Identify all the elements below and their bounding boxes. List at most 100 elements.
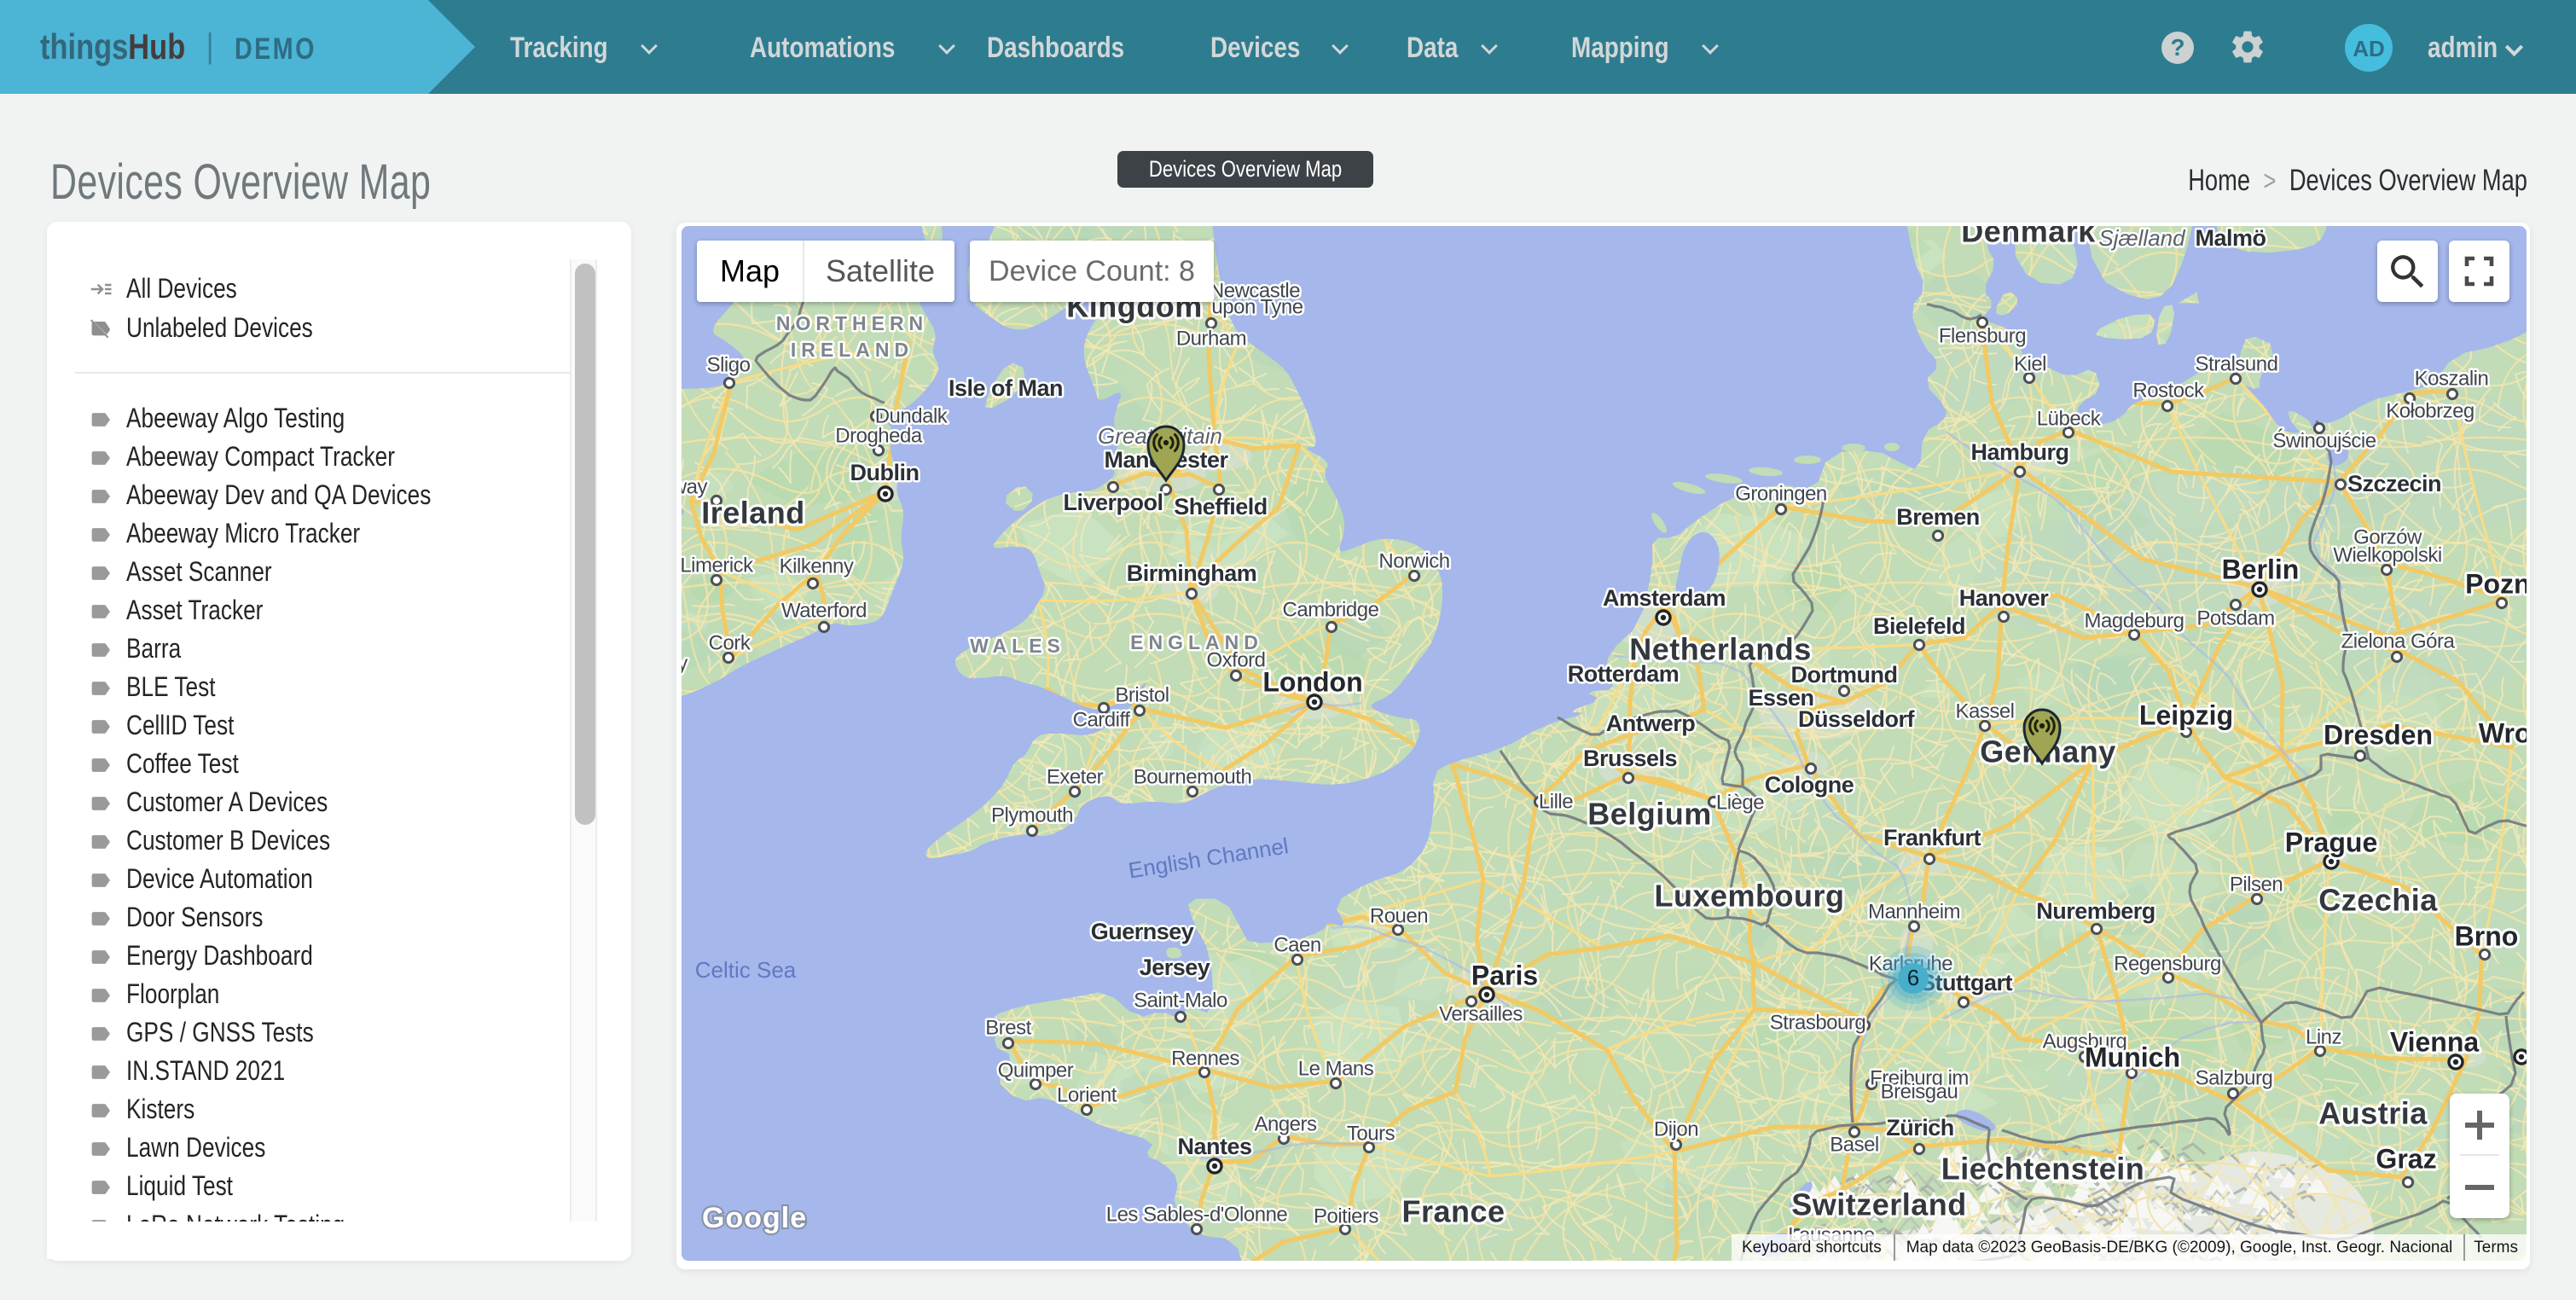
svg-text:Cork: Cork — [709, 631, 751, 654]
svg-text:Sheffield: Sheffield — [1174, 494, 1268, 519]
svg-text:Saint-Malo: Saint-Malo — [1134, 989, 1227, 1012]
svg-text:Wielkopolski: Wielkopolski — [2333, 543, 2441, 566]
svg-text:NORTHERN: NORTHERN — [776, 312, 928, 334]
svg-text:Zielona Góra: Zielona Góra — [2341, 630, 2456, 653]
svg-text:Lübeck: Lübeck — [2037, 407, 2102, 430]
svg-text:Celtic Sea: Celtic Sea — [695, 957, 797, 983]
svg-text:Brno: Brno — [2455, 920, 2519, 951]
svg-text:London: London — [1262, 666, 1362, 697]
svg-text:Potsdam: Potsdam — [2196, 606, 2274, 630]
svg-text:Versailles: Versailles — [1439, 1002, 1523, 1025]
svg-text:Koszalin: Koszalin — [2415, 367, 2489, 390]
svg-text:Szczecin: Szczecin — [2347, 471, 2441, 496]
svg-text:Mannheim: Mannheim — [1868, 900, 1960, 923]
svg-text:Brussels: Brussels — [1583, 746, 1677, 771]
svg-text:Birmingham: Birmingham — [1127, 560, 1257, 586]
svg-text:Le Mans: Le Mans — [1298, 1057, 1374, 1080]
svg-text:Stralsund: Stralsund — [2196, 352, 2278, 375]
svg-text:Linz: Linz — [2306, 1025, 2341, 1048]
svg-text:Wrocł: Wrocł — [2479, 717, 2527, 748]
svg-text:Luxembourg: Luxembourg — [1654, 879, 1844, 914]
svg-text:Kassel: Kassel — [1955, 699, 2014, 723]
svg-text:Guernsey: Guernsey — [1091, 919, 1194, 944]
svg-text:Czechia: Czechia — [2318, 883, 2438, 918]
svg-text:Flensburg: Flensburg — [1939, 324, 2026, 347]
svg-text:Quimper: Quimper — [998, 1059, 1074, 1082]
svg-text:Cologne: Cologne — [1765, 772, 1854, 798]
svg-text:Switzerland: Switzerland — [1791, 1187, 1967, 1222]
svg-text:Dresden: Dresden — [2324, 719, 2433, 750]
svg-text:Bielefeld: Bielefeld — [1873, 613, 1965, 639]
svg-text:Poznań: Poznań — [2465, 568, 2527, 599]
svg-text:Poitiers: Poitiers — [1314, 1204, 1379, 1227]
svg-text:ENGLAND: ENGLAND — [1130, 631, 1263, 653]
svg-text:Groningen: Groningen — [1735, 482, 1827, 505]
svg-text:Zürich: Zürich — [1886, 1115, 1954, 1140]
svg-text:Cardiff: Cardiff — [1073, 708, 1131, 731]
svg-text:Liechtenstein: Liechtenstein — [1941, 1152, 2145, 1187]
svg-text:Rostock: Rostock — [2132, 379, 2205, 402]
svg-text:Breisgau: Breisgau — [1881, 1080, 1958, 1103]
svg-text:Dublin: Dublin — [850, 460, 920, 485]
svg-text:Durham: Durham — [1176, 327, 1246, 350]
svg-text:Austria: Austria — [2318, 1096, 2428, 1131]
svg-text:y: y — [682, 652, 688, 675]
svg-text:Angers: Angers — [1254, 1112, 1317, 1135]
svg-text:Drogheda: Drogheda — [835, 424, 923, 447]
svg-text:France: France — [1401, 1194, 1505, 1229]
svg-text:upon Tyne: upon Tyne — [1211, 295, 1303, 318]
svg-text:Paris: Paris — [1471, 960, 1538, 990]
svg-text:Kiel: Kiel — [2014, 352, 2046, 375]
svg-text:Munich: Munich — [2085, 1042, 2180, 1072]
svg-text:Dortmund: Dortmund — [1791, 662, 1898, 688]
svg-text:Rotterdam: Rotterdam — [1568, 661, 1680, 687]
svg-text:Graz: Graz — [2376, 1143, 2436, 1174]
svg-text:Les Sables-d'Olonne: Les Sables-d'Olonne — [1106, 1203, 1288, 1226]
svg-text:Waterford: Waterford — [781, 599, 867, 622]
svg-text:Liverpool: Liverpool — [1063, 490, 1163, 515]
svg-text:Liège: Liège — [1716, 791, 1764, 814]
svg-text:Hanover: Hanover — [1959, 585, 2050, 611]
svg-text:Tours: Tours — [1347, 1122, 1395, 1145]
svg-text:Vienna: Vienna — [2390, 1026, 2480, 1057]
svg-text:Kołobrzeg: Kołobrzeg — [2386, 399, 2474, 422]
svg-text:Lorient: Lorient — [1057, 1083, 1117, 1106]
svg-text:IRELAND: IRELAND — [791, 339, 914, 361]
svg-text:Exeter: Exeter — [1047, 765, 1104, 788]
svg-text:Antwerp: Antwerp — [1606, 711, 1696, 736]
svg-text:Ireland: Ireland — [701, 496, 805, 531]
svg-text:Świnoujście: Świnoujście — [2272, 428, 2376, 452]
svg-text:Lille: Lille — [1539, 790, 1573, 813]
svg-text:Brest: Brest — [985, 1016, 1031, 1039]
svg-text:Dijon: Dijon — [1654, 1117, 1698, 1140]
svg-text:Basel: Basel — [1830, 1133, 1879, 1156]
svg-text:Amsterdam: Amsterdam — [1603, 585, 1726, 611]
svg-text:Pilsen: Pilsen — [2230, 873, 2283, 896]
svg-text:Plymouth: Plymouth — [991, 804, 1073, 827]
svg-text:Kilkenny: Kilkenny — [780, 554, 854, 577]
svg-text:6: 6 — [1907, 965, 1919, 990]
svg-text:Malmö: Malmö — [2195, 226, 2266, 251]
svg-text:Bristol: Bristol — [1115, 683, 1169, 706]
svg-text:Rennes: Rennes — [1171, 1047, 1239, 1070]
svg-text:Sjælland: Sjælland — [2098, 226, 2186, 251]
svg-text:Bremen: Bremen — [1896, 504, 1980, 530]
svg-text:Bournemouth: Bournemouth — [1134, 765, 1252, 788]
svg-text:Nantes: Nantes — [1177, 1134, 1251, 1159]
svg-text:Norwich: Norwich — [1378, 549, 1449, 572]
svg-text:Isle of Man: Isle of Man — [949, 375, 1063, 401]
svg-text:Nuremberg: Nuremberg — [2036, 898, 2155, 924]
svg-text:Hamburg: Hamburg — [1970, 439, 2068, 465]
svg-text:Caen: Caen — [1273, 933, 1320, 956]
svg-text:Magdeburg: Magdeburg — [2085, 609, 2184, 632]
svg-text:Jersey: Jersey — [1140, 955, 1210, 980]
svg-text:Cambridge: Cambridge — [1283, 598, 1379, 621]
svg-text:Leipzig: Leipzig — [2139, 699, 2233, 730]
svg-text:Berlin: Berlin — [2222, 554, 2300, 584]
svg-text:Düsseldorf: Düsseldorf — [1798, 706, 1916, 732]
svg-text:Rouen: Rouen — [1370, 904, 1428, 927]
svg-text:Salzburg: Salzburg — [2196, 1066, 2273, 1089]
svg-text:WALES: WALES — [970, 635, 1065, 657]
svg-text:Prague: Prague — [2285, 827, 2377, 857]
svg-text:Frankfurt: Frankfurt — [1883, 825, 1981, 850]
